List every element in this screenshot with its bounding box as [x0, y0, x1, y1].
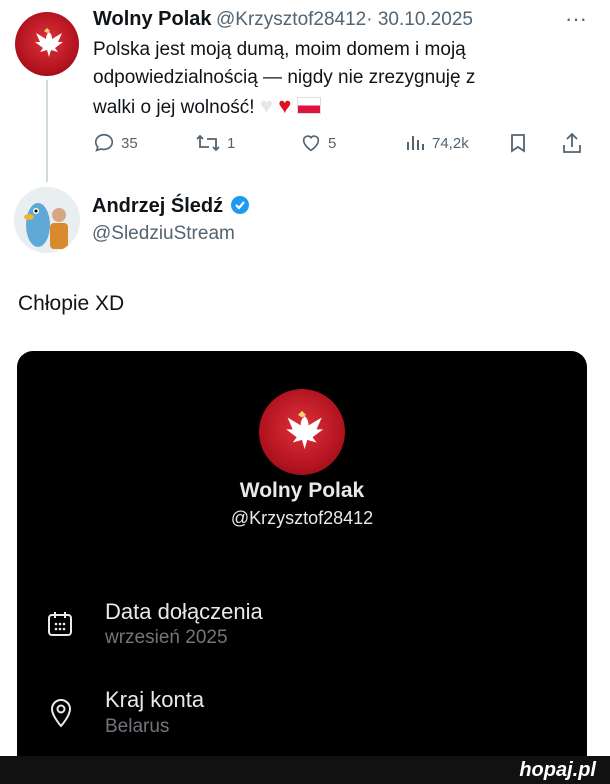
- thread-line: [46, 80, 48, 182]
- author-name[interactable]: Wolny Polak: [93, 8, 212, 30]
- polish-eagle-emblem: [15, 12, 79, 76]
- calendar-icon: [45, 609, 75, 644]
- polish-eagle-emblem: [259, 389, 345, 475]
- tweet-line-3: walki o jej wolność! ♥ ♥: [93, 92, 593, 122]
- views-button[interactable]: 74,2k: [404, 132, 469, 154]
- tweet-date[interactable]: · 30.10.2025: [366, 9, 473, 30]
- tweet-text: Polska jest moją dumą, moim domem i moją…: [93, 36, 593, 122]
- poland-flag-icon: [296, 97, 321, 114]
- share-icon[interactable]: [561, 131, 583, 160]
- tweet-line-2: odpowiedzialnością — nigdy nie zrezygnuj…: [93, 67, 476, 88]
- join-date-value: wrzesień 2025: [105, 627, 228, 648]
- repost-count: 1: [227, 134, 236, 152]
- repost-button[interactable]: 1: [195, 132, 235, 154]
- reply-count: 35: [121, 134, 138, 152]
- profile-card[interactable]: Wolny Polak @Krzysztof28412 Data dołącze…: [17, 351, 587, 771]
- like-button[interactable]: 5: [300, 132, 336, 154]
- reply-button[interactable]: 35: [93, 132, 138, 154]
- bookmark-icon[interactable]: [507, 132, 529, 159]
- author-handle-2[interactable]: @SledziuStream: [92, 223, 235, 245]
- location-pin-icon: [47, 697, 75, 734]
- card-name: Wolny Polak: [239, 479, 365, 502]
- reply-icon: [94, 133, 114, 152]
- account-country-label: Kraj konta: [105, 687, 205, 712]
- join-date-label: Data dołączenia: [105, 599, 263, 624]
- avatar-image: [14, 187, 80, 253]
- author-name-2[interactable]: Andrzej Śledź: [92, 195, 223, 217]
- like-icon: [302, 135, 320, 152]
- verified-badge-icon: [230, 196, 249, 214]
- watermark-logo: hopaj.pl: [519, 759, 596, 781]
- tweet-text-2: Chłopie XD: [18, 292, 125, 315]
- repost-icon: [196, 134, 220, 152]
- watermark-bar: hopaj.pl: [0, 756, 610, 784]
- author-handle[interactable]: @Krzysztof28412: [216, 9, 366, 30]
- white-heart-icon: ♥: [259, 93, 273, 118]
- avatar-andrzej-sledz[interactable]: [14, 187, 80, 253]
- card-handle: @Krzysztof28412: [230, 508, 374, 528]
- tweet-line-1: Polska jest moją dumą, moim domem i moją: [93, 39, 466, 60]
- more-options-icon[interactable]: ···: [565, 6, 587, 32]
- avatar-wolny-polak[interactable]: [15, 12, 79, 76]
- views-count: 74,2k: [432, 134, 469, 152]
- account-country-value: Belarus: [105, 716, 170, 737]
- like-count: 5: [328, 134, 337, 152]
- card-avatar[interactable]: [259, 389, 345, 475]
- red-heart-icon: ♥: [278, 93, 292, 118]
- views-icon: [407, 136, 424, 150]
